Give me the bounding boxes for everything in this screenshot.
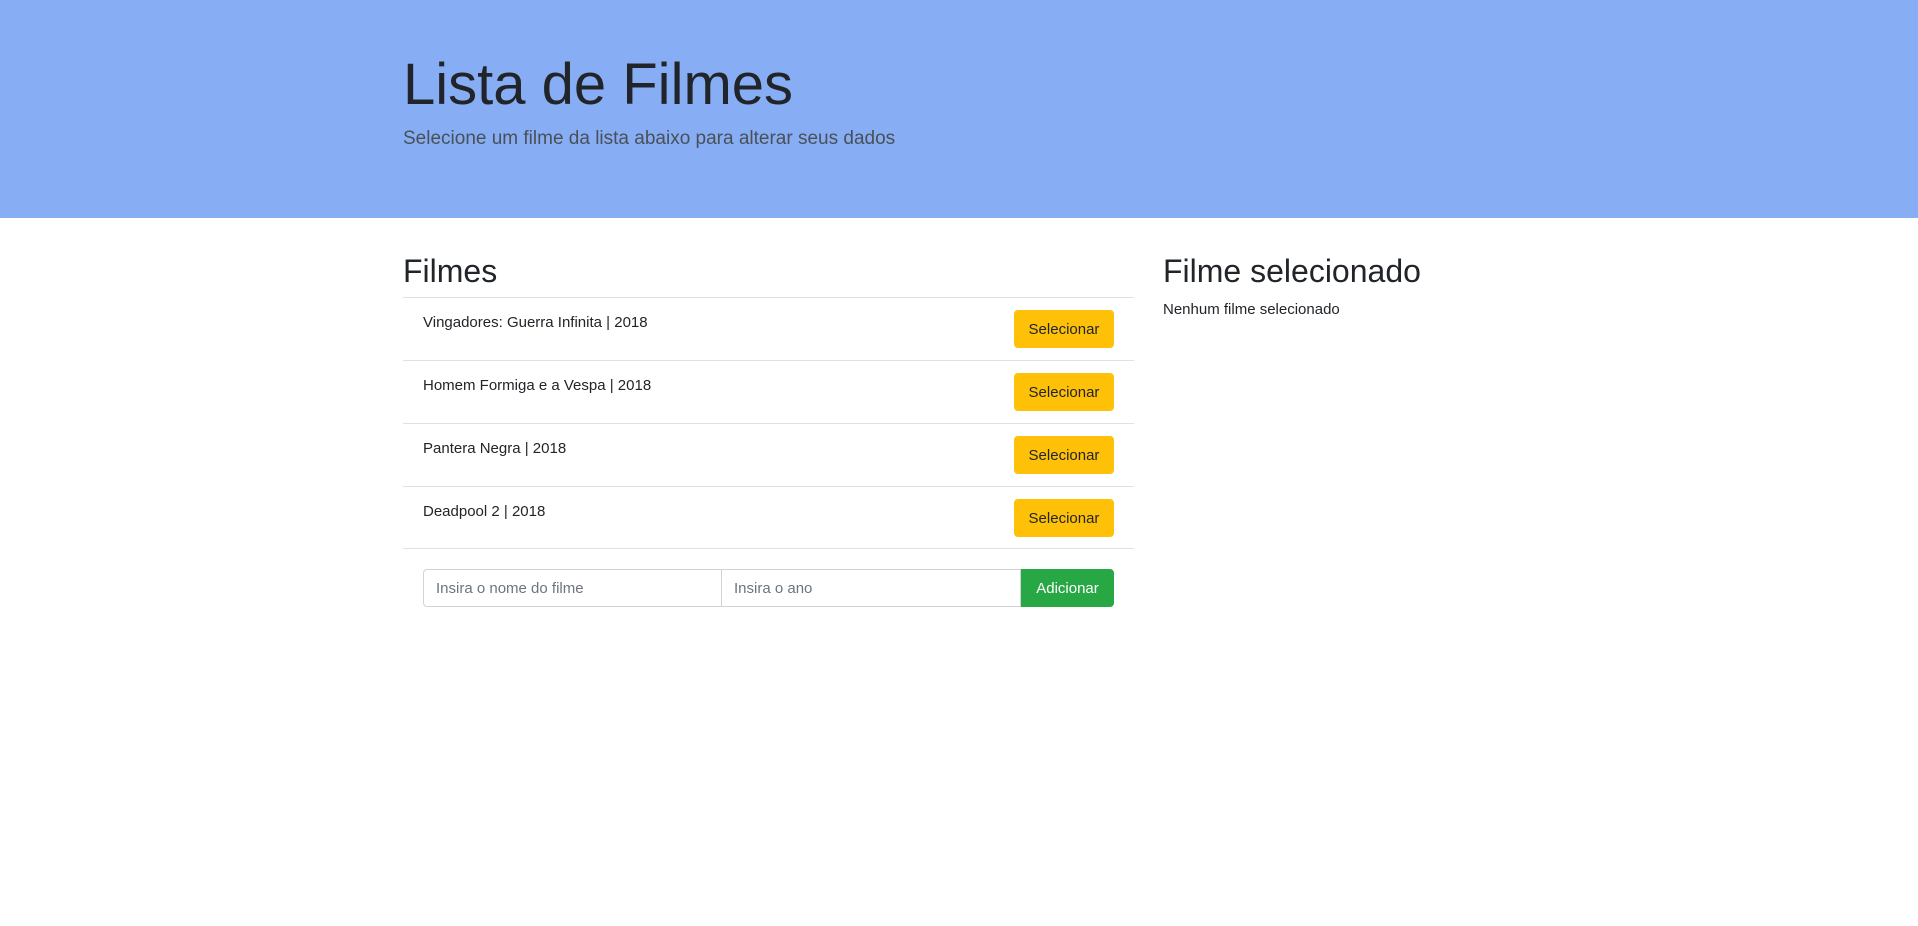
list-item: Pantera Negra | 2018 Selecionar — [403, 423, 1134, 486]
select-film-button[interactable]: Selecionar — [1014, 436, 1114, 474]
page-subtitle: Selecione um filme da lista abaixo para … — [403, 128, 896, 149]
film-name-input[interactable] — [423, 569, 722, 607]
film-label: Deadpool 2 | 2018 — [423, 503, 546, 520]
select-film-button[interactable]: Selecionar — [1014, 310, 1114, 348]
add-film-button[interactable]: Adicionar — [1021, 569, 1114, 607]
films-section-title: Filmes — [403, 253, 498, 289]
film-label: Pantera Negra | 2018 — [423, 440, 567, 457]
list-item: Deadpool 2 | 2018 Selecionar — [403, 486, 1134, 549]
film-year-input[interactable] — [722, 569, 1021, 607]
film-label: Homem Formiga e a Vespa | 2018 — [423, 377, 652, 394]
film-label: Vingadores: Guerra Infinita | 2018 — [423, 314, 648, 331]
add-film-form: Adicionar — [423, 569, 1114, 607]
list-item: Vingadores: Guerra Infinita | 2018 Selec… — [403, 297, 1134, 360]
page-header: Lista de Filmes Selecione um filme da li… — [0, 0, 1918, 218]
select-film-button[interactable]: Selecionar — [1014, 499, 1114, 537]
selected-film-title: Filme selecionado — [1163, 253, 1421, 289]
select-film-button[interactable]: Selecionar — [1014, 373, 1114, 411]
no-selection-text: Nenhum filme selecionado — [1163, 301, 1340, 318]
film-list: Vingadores: Guerra Infinita | 2018 Selec… — [403, 297, 1134, 549]
list-item: Homem Formiga e a Vespa | 2018 Seleciona… — [403, 360, 1134, 423]
page-title: Lista de Filmes — [403, 52, 794, 117]
